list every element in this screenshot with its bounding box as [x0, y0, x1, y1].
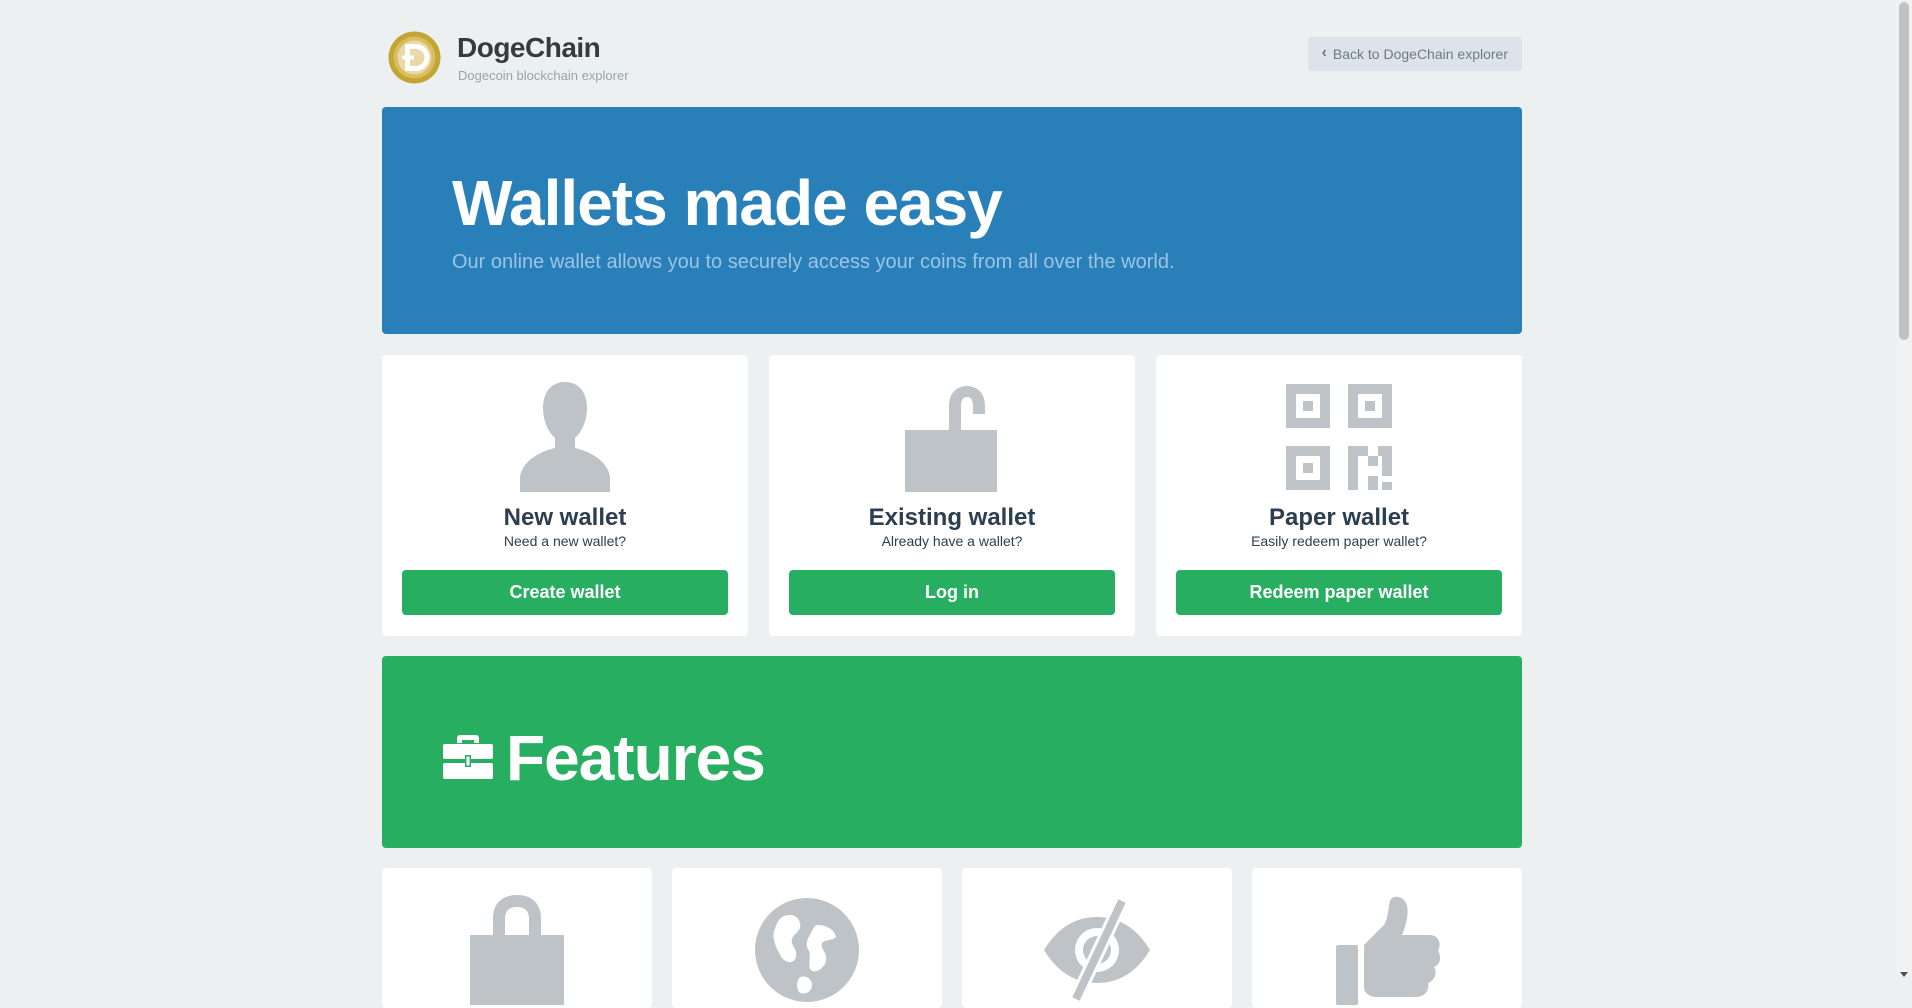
dogecoin-logo — [388, 31, 441, 84]
create-wallet-button[interactable]: Create wallet — [402, 570, 728, 615]
brand-name: DogeChain — [457, 32, 601, 63]
card-title: New wallet — [503, 504, 627, 531]
globe-icon — [755, 898, 859, 1002]
chevron-left-icon: ‹ — [1321, 44, 1327, 61]
redeem-paper-wallet-button[interactable]: Redeem paper wallet — [1176, 570, 1502, 615]
card-title: Paper wallet — [1268, 504, 1410, 531]
unlock-icon — [897, 382, 1007, 492]
lock-icon — [470, 895, 564, 1005]
thumbs-up-icon — [1336, 896, 1441, 1005]
features-title: Features — [506, 722, 766, 794]
card-subtitle: Easily redeem paper wallet? — [1251, 533, 1427, 549]
hero-banner: Wallets made easy Our online wallet allo… — [382, 107, 1522, 334]
feature-tile-global — [672, 868, 942, 1008]
existing-wallet-card: Existing wallet Already have a wallet? L… — [769, 355, 1135, 636]
card-title: Existing wallet — [868, 504, 1036, 531]
feature-tile-secure — [382, 868, 652, 1008]
user-icon — [510, 382, 620, 492]
eye-slash-icon — [1044, 898, 1150, 1002]
qrcode-icon — [1284, 382, 1394, 492]
brand[interactable]: DogeChain Dogecoin blockchain explorer — [388, 30, 688, 86]
hero-title: Wallets made easy — [452, 167, 1003, 239]
paper-wallet-card: Paper wallet Easily redeem paper wallet?… — [1156, 355, 1522, 636]
back-to-explorer-label: Back to DogeChain explorer — [1332, 46, 1508, 62]
page-scrollbar[interactable] — [1896, 0, 1912, 979]
new-wallet-card: New wallet Need a new wallet? Create wal… — [382, 355, 748, 636]
back-to-explorer-button[interactable]: ‹ Back to DogeChain explorer — [1307, 37, 1522, 71]
feature-tile-easy — [1252, 868, 1522, 1008]
card-subtitle: Need a new wallet? — [503, 533, 627, 549]
hero-subtitle: Our online wallet allows you to securely… — [452, 251, 1175, 273]
log-in-button[interactable]: Log in — [789, 570, 1115, 615]
features-banner: Features — [382, 656, 1522, 848]
briefcase-icon — [443, 735, 493, 779]
card-subtitle: Already have a wallet? — [881, 533, 1023, 549]
scroll-down-arrow-icon[interactable] — [1900, 972, 1908, 977]
scrollbar-thumb[interactable] — [1899, 2, 1909, 340]
brand-subtitle: Dogecoin blockchain explorer — [458, 68, 629, 83]
feature-tile-private — [962, 868, 1232, 1008]
